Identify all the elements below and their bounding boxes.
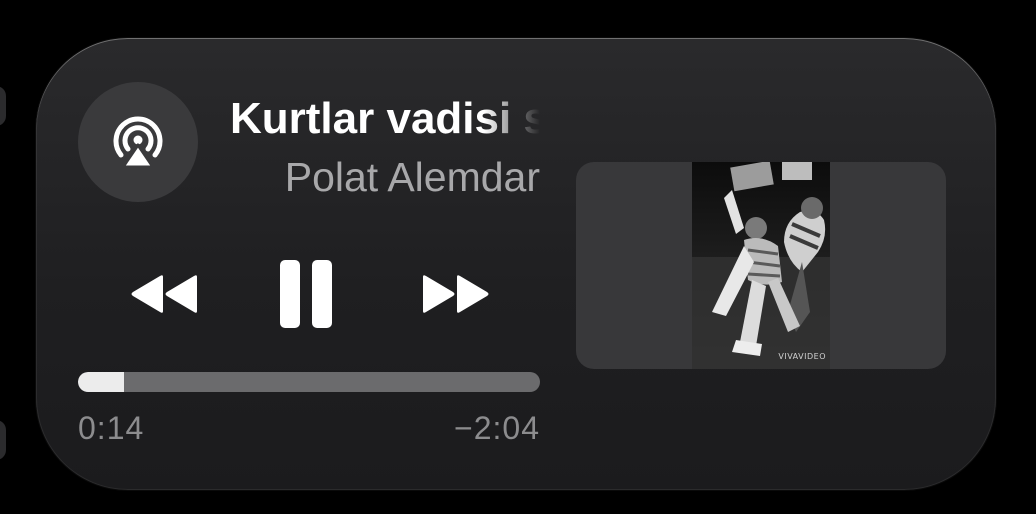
fast-forward-icon — [423, 275, 489, 313]
track-artist: Polat Alemdar — [284, 154, 540, 200]
fast-forward-button[interactable] — [408, 260, 504, 328]
video-thumbnail[interactable]: VIVAVIDEO — [576, 162, 946, 369]
progress-fill — [78, 372, 125, 392]
pause-icon — [280, 260, 332, 328]
video-frame: VIVAVIDEO — [692, 162, 830, 369]
playback-progress-bar[interactable] — [78, 372, 540, 392]
track-title: Kurtlar vadisi s — [230, 94, 540, 143]
video-scene-image — [692, 162, 830, 369]
rewind-button[interactable] — [116, 260, 212, 328]
edge-indicator — [0, 420, 6, 460]
airplay-button[interactable] — [78, 82, 198, 202]
elapsed-time: 0:14 — [78, 410, 145, 446]
now-playing-widget: Kurtlar vadisi s Polat Alemdar 0:14 −2:0… — [36, 38, 996, 490]
playback-controls — [116, 254, 506, 334]
track-info: Kurtlar vadisi s Polat Alemdar — [230, 92, 540, 202]
pause-button[interactable] — [266, 254, 346, 334]
rewind-icon — [131, 275, 197, 313]
screen: Kurtlar vadisi s Polat Alemdar 0:14 −2:0… — [0, 0, 1036, 514]
remaining-time: −2:04 — [454, 410, 540, 446]
video-watermark: VIVAVIDEO — [778, 352, 826, 361]
edge-indicator — [0, 86, 6, 126]
airplay-audio-icon — [113, 116, 163, 169]
